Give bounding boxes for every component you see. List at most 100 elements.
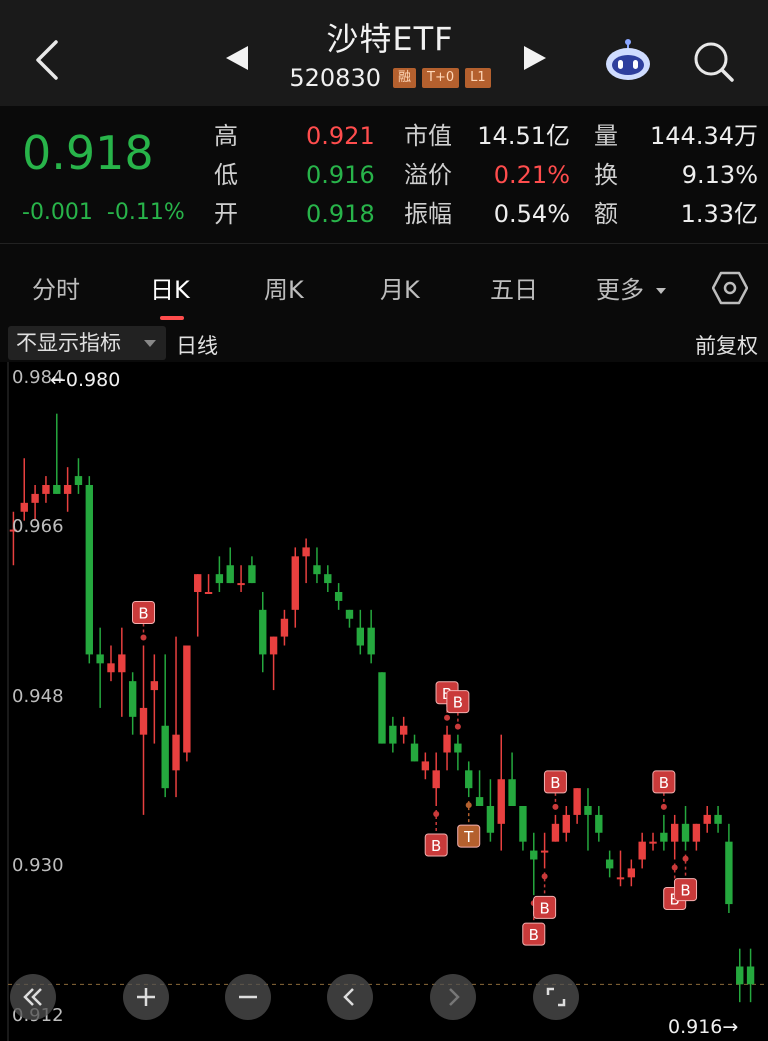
candle-body	[367, 627, 375, 655]
tab-intraday[interactable]: 分时	[32, 270, 80, 305]
candle-body	[671, 823, 679, 842]
robot-assistant-icon[interactable]	[603, 38, 653, 82]
candle-body	[660, 832, 668, 842]
top-nav-bar: 沙特ETF 520830 融 T+0 L1	[0, 0, 768, 106]
volume-label: 量	[594, 122, 618, 150]
candle-body	[475, 797, 484, 806]
candle-body	[443, 734, 451, 753]
candle-body	[324, 574, 332, 584]
low-label: 低	[214, 161, 238, 189]
candle-body	[215, 574, 224, 584]
zoom-in-button[interactable]	[123, 974, 169, 1020]
quote-labels-col3: 量 换 额	[594, 117, 618, 234]
candle-body	[378, 672, 386, 744]
candle-body	[291, 556, 299, 610]
max-price-value: 0.980	[65, 369, 121, 391]
candle-body	[334, 592, 343, 601]
candle-body	[172, 734, 180, 771]
volume-value: 144.34万	[650, 122, 758, 150]
candle-body	[595, 814, 603, 833]
double-chevron-left-icon	[23, 988, 42, 1006]
zoom-out-button[interactable]	[225, 974, 271, 1020]
candle-body	[204, 592, 213, 594]
candle-body	[20, 502, 28, 512]
trade-marker-label: B	[138, 605, 148, 623]
open-label: 开	[214, 200, 238, 228]
marker-dot	[433, 811, 440, 817]
high-label: 高	[214, 122, 238, 150]
candle-body	[465, 770, 473, 789]
trade-marker-label: B	[431, 837, 441, 855]
candle-body	[345, 609, 354, 619]
search-icon[interactable]	[690, 38, 736, 84]
change-value: -0.001	[22, 200, 93, 225]
caret-down-icon	[655, 288, 666, 294]
candle-body	[399, 725, 408, 735]
candle-body	[605, 859, 614, 869]
stock-title-block: 沙特ETF 520830 融 T+0 L1	[230, 18, 550, 98]
kline-chart[interactable]: BBBBTBBBBBB 0.984 0.966 0.948 0.930 0.91…	[0, 362, 768, 1041]
trade-marker-label: B	[550, 774, 560, 792]
tab-more[interactable]: 更多	[596, 270, 666, 305]
candle-body	[96, 654, 104, 664]
tab-monthly-k[interactable]: 月K	[380, 270, 420, 305]
candle-body	[432, 770, 440, 789]
mktcap-value: 14.51亿	[477, 122, 570, 150]
candle-body	[410, 743, 419, 762]
settings-hexagon-icon[interactable]	[712, 270, 748, 306]
tab-five-day[interactable]: 五日	[490, 270, 538, 305]
trade-marker-label: T	[463, 828, 474, 846]
candle-body	[128, 681, 137, 717]
caret-down-icon	[144, 340, 156, 347]
stock-name: 沙特ETF	[326, 20, 454, 58]
chevron-left-icon	[343, 988, 354, 1006]
last-price: 0.918	[22, 126, 154, 180]
back-arrow-icon[interactable]	[30, 36, 66, 84]
candle-body	[562, 814, 570, 833]
quote-values-col3: 144.34万 9.13% 1.33亿	[636, 117, 758, 234]
trade-marker-label: B	[659, 774, 669, 792]
candle-body	[302, 547, 310, 557]
margin-tag: 融	[392, 68, 416, 88]
marker-dot	[541, 873, 548, 880]
quote-values-col2: 14.51亿 0.21% 0.54%	[470, 117, 570, 234]
marker-dot	[660, 803, 667, 810]
turnover-value: 9.13%	[681, 161, 758, 189]
marker-dot	[671, 864, 678, 871]
scroll-left-button[interactable]	[327, 974, 373, 1020]
trade-marker-label: B	[539, 899, 549, 917]
amount-label: 额	[594, 200, 618, 228]
candle-body	[508, 779, 516, 806]
trade-marker-label: B	[453, 694, 463, 712]
candle-body	[42, 485, 50, 494]
level1-tag: L1	[465, 68, 491, 88]
plus-icon	[137, 988, 155, 1006]
candle-body	[519, 806, 527, 842]
tab-daily-k[interactable]: 日K	[150, 270, 190, 305]
marker-dot	[454, 723, 461, 730]
period-label: 日线	[176, 334, 218, 358]
fullscreen-icon	[546, 987, 566, 1007]
fullscreen-button[interactable]	[533, 974, 579, 1020]
candle-body	[269, 636, 278, 655]
candle-body	[150, 681, 159, 691]
candle-body	[725, 841, 733, 905]
scroll-right-button[interactable]	[430, 974, 476, 1020]
kline-chart-svg: BBBBTBBBBBB	[7, 362, 764, 1041]
marker-dot	[140, 634, 147, 641]
quote-values-col1: 0.921 0.916 0.918	[306, 117, 375, 234]
candle-body	[746, 966, 755, 985]
stock-subline: 520830 融 T+0 L1	[230, 64, 550, 92]
turnover-label: 换	[594, 161, 618, 189]
marker-dot	[444, 714, 451, 721]
candle-body	[63, 485, 72, 494]
tab-weekly-k[interactable]: 周K	[264, 270, 304, 305]
adjust-mode-toggle[interactable]: 前复权	[695, 330, 758, 360]
active-tab-indicator	[160, 316, 184, 320]
last-price-annotation: 0.916→	[668, 1016, 739, 1038]
next-stock-arrow-icon[interactable]	[524, 46, 546, 70]
indicator-dropdown[interactable]: 不显示指标	[8, 326, 166, 360]
candle-body	[627, 868, 636, 878]
scroll-to-start-button[interactable]	[10, 974, 56, 1020]
indicator-dropdown-label: 不显示指标	[16, 331, 121, 355]
